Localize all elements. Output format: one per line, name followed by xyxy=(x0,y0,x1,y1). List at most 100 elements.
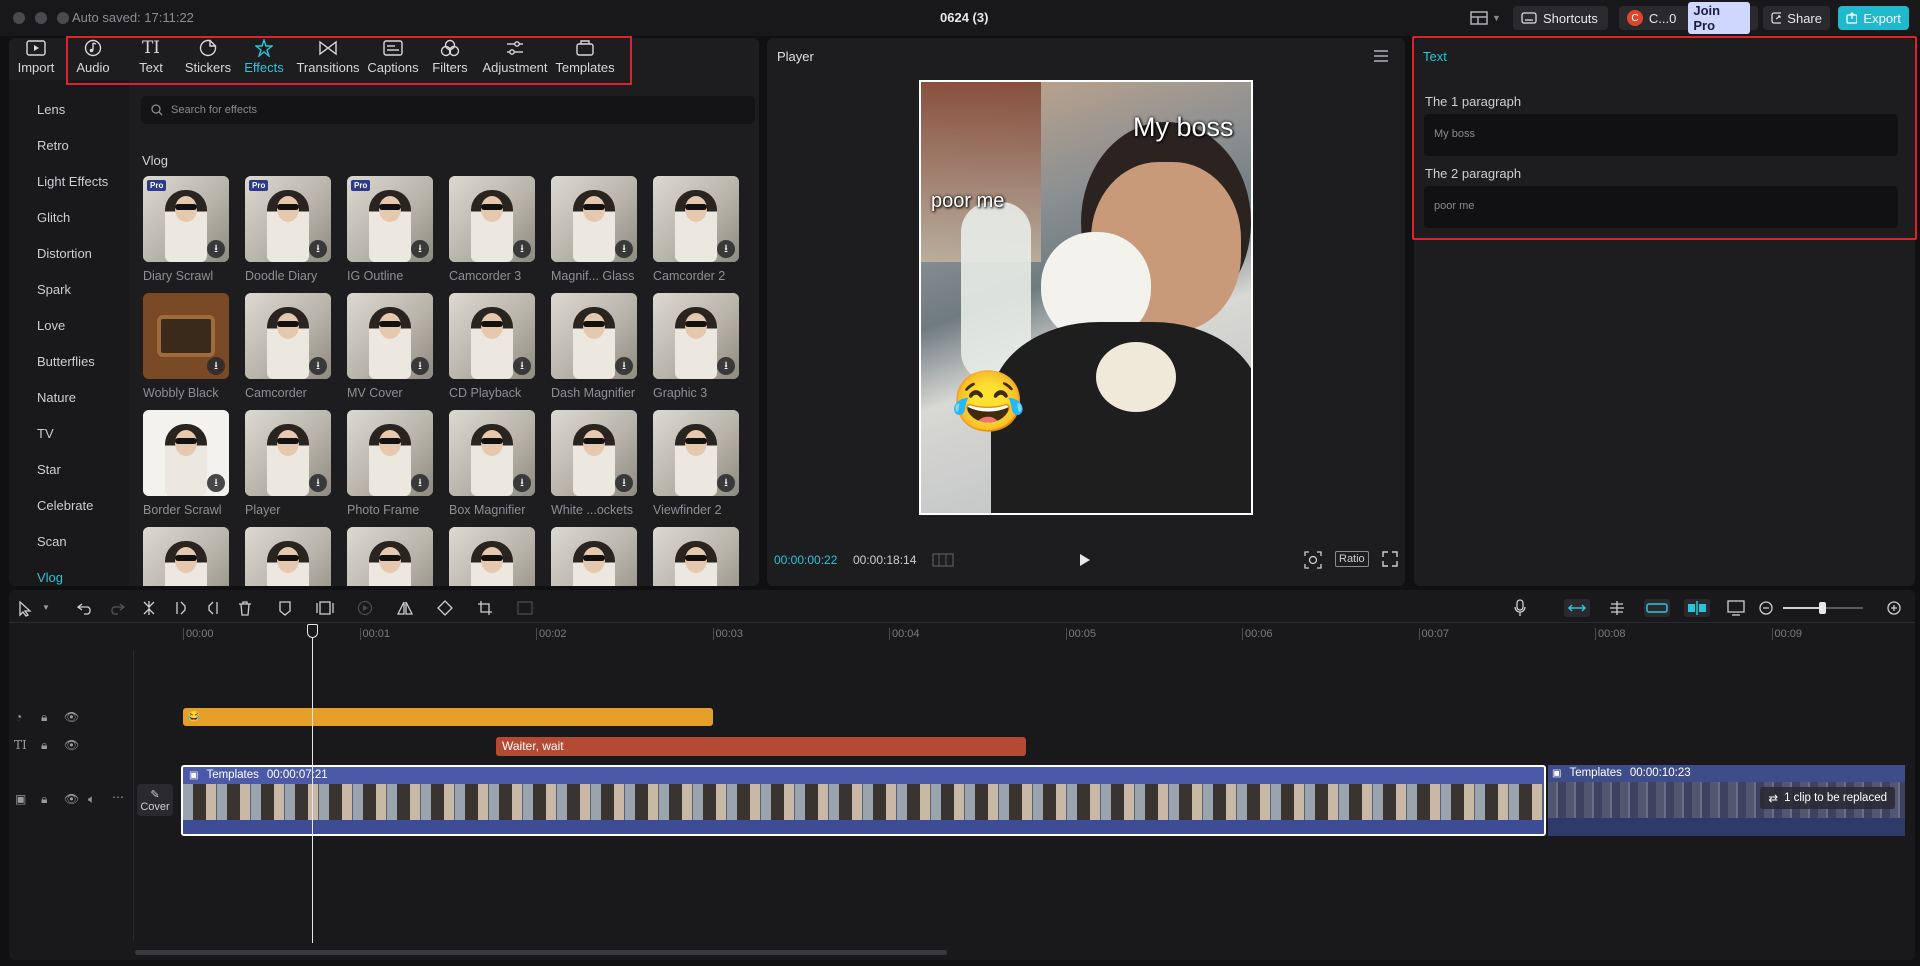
effect-card[interactable]: ⭳ Dash Magnifier xyxy=(551,293,637,400)
tab-text[interactable]: TI Text xyxy=(121,38,181,80)
export-button[interactable]: Export xyxy=(1838,6,1909,30)
eye-icon[interactable]: 👁︎ xyxy=(64,792,79,806)
split-icon[interactable] xyxy=(141,600,157,616)
tab-adjustment[interactable]: Adjustment xyxy=(482,38,548,80)
freeze-frame-icon[interactable] xyxy=(316,600,334,616)
effect-card[interactable]: ⭳ Border Scrawl xyxy=(143,410,229,517)
tab-captions[interactable]: Captions xyxy=(363,38,423,80)
replace-clip-badge[interactable]: ⇄ 1 clip to be replaced xyxy=(1760,787,1895,809)
category-light-effects[interactable]: Light Effects xyxy=(37,174,108,189)
eye-icon[interactable]: 👁︎ xyxy=(64,710,79,724)
download-icon[interactable]: ⭳ xyxy=(513,357,531,375)
zoom-slider-handle[interactable] xyxy=(1819,602,1826,614)
microphone-icon[interactable] xyxy=(1513,599,1527,617)
marker-icon[interactable] xyxy=(278,600,292,616)
cursor-dropdown-icon[interactable]: ▼ xyxy=(42,603,50,612)
laughing-emoji-sticker[interactable]: 😂 xyxy=(951,372,1026,432)
category-nature[interactable]: Nature xyxy=(37,390,76,405)
effect-thumbnail[interactable] xyxy=(653,527,739,586)
eye-icon[interactable]: 👁︎ xyxy=(64,738,79,752)
crop-icon[interactable] xyxy=(477,600,493,616)
download-icon[interactable]: ⭳ xyxy=(207,474,225,492)
main-template-clip[interactable]: ▣ Templates 00:00:07:21 xyxy=(181,765,1546,836)
effect-thumbnail[interactable] xyxy=(143,527,229,586)
category-celebrate[interactable]: Celebrate xyxy=(37,498,93,513)
effect-thumbnail[interactable] xyxy=(551,527,637,586)
effect-card[interactable]: ⭳ Player xyxy=(245,410,331,517)
effect-thumbnail[interactable] xyxy=(347,527,433,586)
paragraph-1-input[interactable]: My boss xyxy=(1424,114,1898,156)
timeline-scrollbar[interactable] xyxy=(135,950,947,955)
linkage-button[interactable] xyxy=(1644,599,1670,617)
download-icon[interactable]: ⭳ xyxy=(411,474,429,492)
effect-card[interactable]: ⭳ MV Cover xyxy=(347,293,433,400)
download-icon[interactable]: ⭳ xyxy=(207,240,225,258)
effect-card[interactable]: ⭳ Photo Frame xyxy=(347,410,433,517)
effect-card[interactable]: ⭳ Viewfinder 2 xyxy=(653,410,739,517)
download-icon[interactable]: ⭳ xyxy=(615,474,633,492)
tab-transitions[interactable]: Transitions xyxy=(296,38,360,80)
minimize-window-button[interactable] xyxy=(35,12,47,24)
speed-icon[interactable] xyxy=(357,600,373,616)
effect-card[interactable]: ⭳ Wobbly Black xyxy=(143,293,229,400)
auto-reframe-icon[interactable] xyxy=(517,600,533,616)
category-lens[interactable]: Lens xyxy=(37,102,65,117)
effect-card[interactable]: ⭳ Box Magnifier xyxy=(449,410,535,517)
playhead-handle[interactable] xyxy=(307,624,318,638)
effect-card[interactable]: ⭳ Graphic 3 xyxy=(653,293,739,400)
zoom-in-icon[interactable] xyxy=(1887,601,1901,615)
share-button[interactable]: Share xyxy=(1763,6,1830,30)
download-icon[interactable]: ⭳ xyxy=(513,474,531,492)
second-template-clip[interactable]: ▣ Templates 00:00:10:23 ⇄ 1 clip to be r… xyxy=(1548,765,1905,836)
player-menu-icon[interactable] xyxy=(1374,50,1388,62)
play-icon[interactable] xyxy=(1079,553,1091,567)
split-left-icon[interactable] xyxy=(173,600,189,616)
preview-axis-button[interactable] xyxy=(1684,599,1710,617)
effect-card[interactable]: Pro ⭳ Diary Scrawl xyxy=(143,176,229,283)
playhead[interactable] xyxy=(312,626,313,943)
category-vlog[interactable]: Vlog xyxy=(37,570,63,585)
effect-card[interactable]: Pro ⭳ Doodle Diary xyxy=(245,176,331,283)
effect-card[interactable]: ⭳ Magnif... Glass xyxy=(551,176,637,283)
effect-card[interactable]: ⭳ Camcorder 3 xyxy=(449,176,535,283)
download-icon[interactable]: ⭳ xyxy=(207,357,225,375)
audio-volume-icon[interactable]: 🔈︎ xyxy=(88,792,95,807)
download-icon[interactable]: ⭳ xyxy=(717,357,735,375)
split-right-icon[interactable] xyxy=(205,600,221,616)
maximize-window-button[interactable] xyxy=(57,12,69,24)
screenshot-icon[interactable] xyxy=(1304,551,1322,569)
download-icon[interactable]: ⭳ xyxy=(615,240,633,258)
account-button[interactable]: C C...0 Join Pro xyxy=(1619,2,1758,34)
timecode-format-icon[interactable] xyxy=(932,552,954,568)
tab-effects[interactable]: Effects xyxy=(234,38,294,80)
caption-poor-me[interactable]: poor me xyxy=(931,190,1004,213)
join-pro-badge[interactable]: Join Pro xyxy=(1688,2,1750,34)
category-glitch[interactable]: Glitch xyxy=(37,210,70,225)
shortcuts-button[interactable]: Shortcuts xyxy=(1513,6,1608,30)
download-icon[interactable]: ⭳ xyxy=(411,240,429,258)
lock-icon[interactable]: 🔒︎ xyxy=(41,710,47,725)
more-options-icon[interactable]: ⋯ xyxy=(112,790,124,804)
tab-import[interactable]: Import xyxy=(6,38,66,80)
effects-search-field[interactable]: Search for effects xyxy=(141,96,755,124)
effect-card[interactable]: ⭳ CD Playback xyxy=(449,293,535,400)
lock-icon[interactable]: 🔒︎ xyxy=(41,792,47,807)
effect-card[interactable]: ⭳ Camcorder 2 xyxy=(653,176,739,283)
category-love[interactable]: Love xyxy=(37,318,65,333)
sticker-clip[interactable]: 😂 xyxy=(183,708,713,726)
caption-my-boss[interactable]: My boss xyxy=(1133,112,1234,143)
snap-icon[interactable] xyxy=(1607,599,1627,617)
cover-button[interactable]: ✎ Cover xyxy=(137,784,173,816)
category-butterflies[interactable]: Butterflies xyxy=(37,354,95,369)
main-track-magnet-button[interactable] xyxy=(1564,599,1590,617)
delete-icon[interactable] xyxy=(237,600,253,616)
download-icon[interactable]: ⭳ xyxy=(717,240,735,258)
download-icon[interactable]: ⭳ xyxy=(717,474,735,492)
close-window-button[interactable] xyxy=(13,12,25,24)
display-settings-icon[interactable] xyxy=(1727,599,1745,617)
download-icon[interactable]: ⭳ xyxy=(513,240,531,258)
video-preview[interactable]: My boss poor me 😂 xyxy=(919,80,1253,515)
paragraph-2-input[interactable]: poor me xyxy=(1424,186,1898,228)
download-icon[interactable]: ⭳ xyxy=(309,240,327,258)
ratio-button[interactable]: Ratio xyxy=(1335,551,1369,567)
